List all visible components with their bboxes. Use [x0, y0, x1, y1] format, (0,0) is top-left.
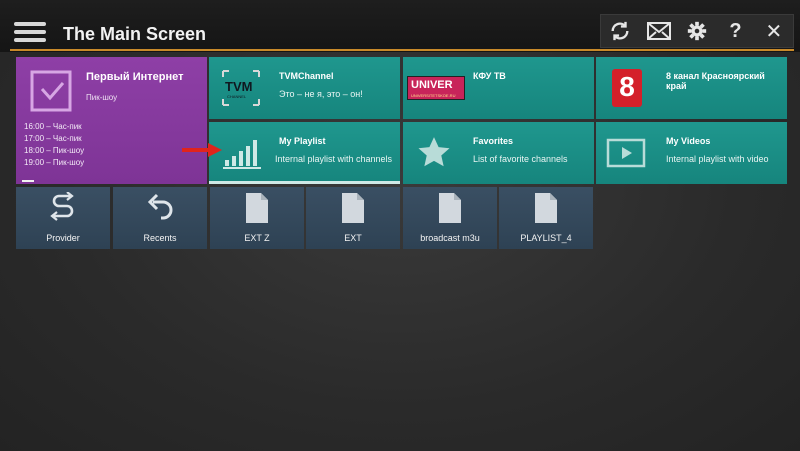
tile-label: PLAYLIST_4 [520, 233, 572, 243]
playlist-tile-ext-z[interactable]: EXT Z [210, 187, 304, 249]
schedule-item: 16:00 – Час-пик [24, 122, 82, 131]
star-icon [415, 134, 453, 177]
header-accent-line [10, 49, 794, 51]
undo-icon [145, 192, 175, 229]
signal-bars-icon [223, 136, 263, 175]
close-icon[interactable]: ✕ [755, 15, 793, 47]
featured-channel-tile[interactable]: Первый Интернет Пик-шоу 16:00 – Час-пик … [16, 57, 207, 184]
channel-name: 8 канал Красноярский край [666, 71, 765, 91]
file-icon [245, 192, 269, 229]
file-icon [438, 192, 462, 229]
page-title: The Main Screen [63, 24, 207, 44]
file-icon [341, 192, 365, 229]
playlist-tile-ext[interactable]: EXT [306, 187, 400, 249]
tvm-logo-icon: TVM CHANNEL [221, 69, 261, 107]
progress-indicator [22, 180, 34, 182]
channel-name: КФУ ТВ [473, 71, 506, 81]
header-bar: The Main Screen ? ✕ [0, 0, 800, 52]
gear-icon[interactable] [678, 15, 716, 47]
schedule-item: 19:00 – Пик-шоу [24, 158, 85, 167]
section-subtitle: Internal playlist with video [666, 154, 769, 164]
toolbar: ? ✕ [600, 14, 794, 48]
tile-label: broadcast m3u [420, 233, 480, 243]
favorites-tile[interactable]: Favorites List of favorite channels [403, 122, 594, 184]
menu-icon[interactable] [14, 22, 46, 46]
help-icon[interactable]: ? [716, 15, 754, 47]
video-icon [606, 138, 646, 173]
section-subtitle: List of favorite channels [473, 154, 568, 164]
playlist-tile-playlist-4[interactable]: PLAYLIST_4 [499, 187, 593, 249]
playlist-tile-broadcast[interactable]: broadcast m3u [403, 187, 497, 249]
my-videos-tile[interactable]: My Videos Internal playlist with video [596, 122, 787, 184]
univer-logo-icon: UNIVER UNIVERSITETSKOE.RU [407, 76, 465, 100]
channel-tile-tvm[interactable]: TVM CHANNEL TVMChannel Это – не я, это –… [209, 57, 400, 119]
channel-subtitle: Это – не я, это – он! [279, 89, 363, 99]
channel-tile-8-kanal[interactable]: 8 8 канал Красноярский край [596, 57, 787, 119]
featured-channel-subtitle: Пик-шоу [86, 93, 118, 102]
provider-icon [48, 191, 78, 231]
featured-channel-title: Первый Интернет [86, 71, 184, 83]
tile-label: Provider [46, 233, 80, 243]
channel-name: TVMChannel [279, 71, 334, 81]
file-icon [534, 192, 558, 229]
channel-tile-kfu[interactable]: UNIVER UNIVERSITETSKOE.RU КФУ ТВ [403, 57, 594, 119]
red-arrow-pointer-icon [182, 143, 222, 157]
tile-label: EXT [344, 233, 362, 243]
featured-schedule: 16:00 – Час-пик 17:00 – Час-пик 18:00 – … [24, 121, 84, 169]
section-name: My Videos [666, 136, 711, 146]
mail-icon[interactable] [639, 15, 677, 47]
tv-channel-icon [29, 69, 73, 113]
schedule-item: 17:00 – Час-пик [24, 134, 82, 143]
tile-label: EXT Z [244, 233, 270, 243]
section-name: Favorites [473, 136, 514, 146]
section-subtitle: Internal playlist with channels [275, 154, 393, 164]
tile-label: Recents [143, 233, 177, 243]
schedule-item: 18:00 – Пик-шоу [24, 146, 85, 155]
section-name: My Playlist [279, 136, 326, 146]
provider-tile[interactable]: Provider [16, 187, 110, 249]
channel-8-logo-icon: 8 [612, 69, 642, 107]
my-playlist-tile[interactable]: My Playlist Internal playlist with chann… [209, 122, 400, 184]
selection-underline [209, 181, 400, 184]
refresh-icon[interactable] [601, 15, 639, 47]
recents-tile[interactable]: Recents [113, 187, 207, 249]
